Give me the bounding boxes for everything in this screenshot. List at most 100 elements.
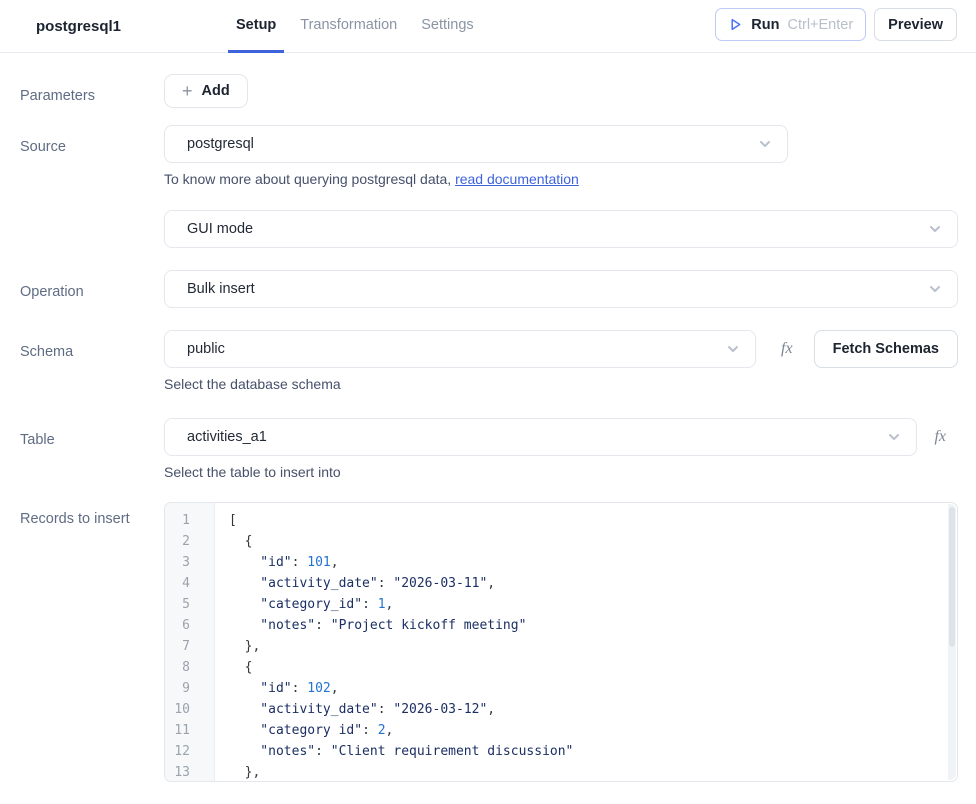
mode-select[interactable]: GUI mode [164,210,958,248]
code-line: "id": 101, [229,552,947,573]
code-line: [ [229,510,947,531]
table-label: Table [20,418,164,480]
code-token: "2026-03-11" [393,576,487,591]
code-token: , [386,723,394,738]
code-token: : [315,744,331,759]
code-line: { [229,531,947,552]
table-row: Table activities_a1 fx Select the table … [0,418,976,480]
line-number: 10 [165,699,214,720]
code-line: "activity_date": "2026-03-11", [229,573,947,594]
chevron-down-icon [928,222,942,236]
code-line: "activity_date": "2026-03-12", [229,699,947,720]
code-token: : [378,576,394,591]
tab-transformation[interactable]: Transformation [292,0,405,53]
code-line: "id": 102, [229,678,947,699]
line-number: 8 [165,657,214,678]
line-number: 4 [165,573,214,594]
operation-select[interactable]: Bulk insert [164,270,958,308]
code-token: : [378,702,394,717]
operation-label: Operation [20,270,164,308]
table-select-value: activities_a1 [187,429,267,445]
tab-settings[interactable]: Settings [413,0,481,53]
header-actions: Run Ctrl+Enter Preview [715,8,957,41]
code-token: "category id" [229,723,362,738]
tab-setup[interactable]: Setup [228,0,284,53]
code-token: "activity_date" [229,576,378,591]
code-line: { [229,657,947,678]
run-label: Run [751,17,779,33]
code-token: }, [229,639,260,654]
tab-setup-label: Setup [236,17,276,33]
code-token: { [229,660,252,675]
query-name[interactable]: postgresql1 [36,0,121,52]
line-number: 9 [165,678,214,699]
table-helper: Select the table to insert into [164,464,958,480]
preview-label: Preview [888,17,943,33]
editor-scrollbar[interactable] [948,504,956,780]
mode-select-value: GUI mode [187,221,253,237]
mode-row: GUI mode [0,210,976,248]
records-row: Records to insert 12345678910111213 [ { … [0,502,976,782]
code-token: 102 [307,681,330,696]
code-token: "2026-03-12" [393,702,487,717]
fetch-schemas-button[interactable]: Fetch Schemas [814,330,958,368]
schema-helper: Select the database schema [164,376,958,392]
code-token: : [315,618,331,633]
parameters-row: Parameters + Add [0,74,976,108]
code-line: "notes": "Project kickoff meeting" [229,615,947,636]
tab-transformation-label: Transformation [300,17,397,33]
code-token: { [229,534,252,549]
code-token: , [331,681,339,696]
code-token: "Project kickoff meeting" [331,618,527,633]
plus-icon: + [182,82,193,100]
editor-scrollbar-thumb[interactable] [949,507,955,647]
parameters-label: Parameters [20,74,164,108]
schema-select-value: public [187,341,225,357]
records-label: Records to insert [20,502,164,782]
table-select[interactable]: activities_a1 [164,418,917,456]
code-token: , [487,576,495,591]
line-number: 3 [165,552,214,573]
tab-settings-label: Settings [421,17,473,33]
code-token: : [362,597,378,612]
run-shortcut: Ctrl+Enter [787,17,853,33]
code-line: "category id": 2, [229,720,947,741]
code-token: , [331,555,339,570]
preview-button[interactable]: Preview [874,8,957,41]
read-documentation-link[interactable]: read documentation [455,171,579,187]
line-number: 2 [165,531,214,552]
code-line: }, [229,636,947,657]
line-number: 13 [165,762,214,782]
source-select-value: postgresql [187,136,254,152]
source-select[interactable]: postgresql [164,125,788,163]
code-token: : [362,723,378,738]
code-token: : [292,555,308,570]
source-helper: To know more about querying postgresql d… [164,171,958,187]
schema-select[interactable]: public [164,330,756,368]
run-button[interactable]: Run Ctrl+Enter [715,8,866,41]
operation-select-value: Bulk insert [187,281,255,297]
line-number: 12 [165,741,214,762]
chevron-down-icon [928,282,942,296]
play-icon [728,17,743,32]
source-helper-text: To know more about querying postgresql d… [164,171,455,187]
operation-row: Operation Bulk insert [0,270,976,308]
query-editor-header: postgresql1 Setup Transformation Setting… [0,0,976,53]
code-gutter: 12345678910111213 [165,503,215,781]
records-code-editor[interactable]: 12345678910111213 [ { "id": 101, "activi… [164,502,958,782]
chevron-down-icon [726,342,740,356]
line-number: 5 [165,594,214,615]
source-label: Source [20,125,164,187]
add-parameter-button[interactable]: + Add [164,74,248,108]
fx-toggle-icon[interactable]: fx [934,428,946,446]
code-token: "notes" [229,744,315,759]
code-token: 1 [378,597,386,612]
line-number: 11 [165,720,214,741]
code-token: "Client requirement discussion" [331,744,574,759]
schema-label: Schema [20,330,164,392]
add-label: Add [202,83,230,99]
code-lines[interactable]: [ { "id": 101, "activity_date": "2026-03… [215,503,957,781]
code-line: "notes": "Client requirement discussion" [229,741,947,762]
fx-toggle-icon[interactable]: fx [781,340,793,358]
code-token: "id" [229,681,292,696]
